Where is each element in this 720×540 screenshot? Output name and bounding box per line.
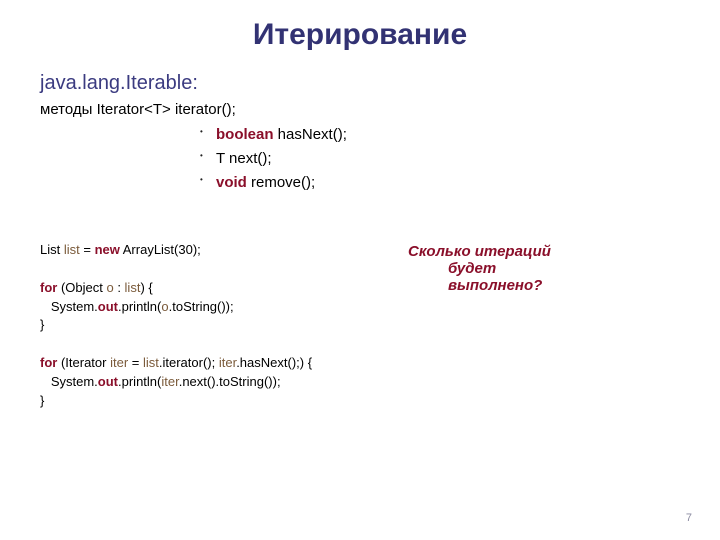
t: iter bbox=[161, 374, 178, 389]
page-number: 7 bbox=[686, 512, 692, 524]
t: .next().toString()); bbox=[179, 374, 281, 389]
methods-signature: Iterator<T> iterator(); bbox=[92, 101, 235, 118]
iterable-heading: java.lang.Iterable: bbox=[40, 72, 680, 95]
question-text: Сколько итераций будет выполнено? bbox=[392, 241, 680, 411]
bullet-text: remove(); bbox=[247, 174, 315, 191]
t: .hasNext();) { bbox=[236, 355, 312, 370]
code-example: List list = new ArrayList(30); for (Obje… bbox=[40, 241, 392, 411]
t: : bbox=[114, 280, 125, 295]
bullet-text: hasNext(); bbox=[274, 126, 347, 143]
slide-title: Итерирование bbox=[40, 18, 680, 52]
t: } bbox=[40, 317, 44, 332]
t: List bbox=[40, 242, 64, 257]
t: new bbox=[95, 242, 120, 257]
t: (Object bbox=[57, 280, 106, 295]
question-line: Сколько итераций bbox=[408, 243, 551, 260]
t: iter bbox=[219, 355, 236, 370]
methods-prefix: методы bbox=[40, 101, 92, 118]
bullet-text: T next(); bbox=[216, 150, 272, 167]
t: iter bbox=[110, 355, 128, 370]
t: o bbox=[106, 280, 113, 295]
t: System. bbox=[40, 374, 98, 389]
methods-line: методы Iterator<T> iterator(); bbox=[40, 101, 680, 118]
t: (Iterator bbox=[57, 355, 110, 370]
t: = bbox=[128, 355, 143, 370]
keyword: boolean bbox=[216, 126, 274, 143]
t: out bbox=[98, 374, 118, 389]
t: .println( bbox=[118, 299, 161, 314]
t: .println( bbox=[118, 374, 161, 389]
t: .toString()); bbox=[169, 299, 234, 314]
method-bullets: boolean hasNext(); T next(); void remove… bbox=[200, 124, 680, 193]
t: list bbox=[64, 242, 80, 257]
t: for bbox=[40, 280, 57, 295]
t: for bbox=[40, 355, 57, 370]
t: list bbox=[125, 280, 141, 295]
question-line: выполнено? bbox=[408, 277, 680, 294]
t: list bbox=[143, 355, 159, 370]
bullet-item: T next(); bbox=[200, 148, 680, 169]
t: o bbox=[161, 299, 168, 314]
t: .iterator(); bbox=[159, 355, 219, 370]
bullet-item: void remove(); bbox=[200, 172, 680, 193]
t: ArrayList(30); bbox=[120, 242, 201, 257]
slide: Итерирование java.lang.Iterable: методы … bbox=[0, 0, 720, 540]
bullet-item: boolean hasNext(); bbox=[200, 124, 680, 145]
question-line: будет bbox=[408, 260, 680, 277]
t: ) { bbox=[140, 280, 152, 295]
t: System. bbox=[40, 299, 98, 314]
keyword: void bbox=[216, 174, 247, 191]
columns: List list = new ArrayList(30); for (Obje… bbox=[40, 241, 680, 411]
t: = bbox=[80, 242, 95, 257]
t: out bbox=[98, 299, 118, 314]
t: } bbox=[40, 393, 44, 408]
